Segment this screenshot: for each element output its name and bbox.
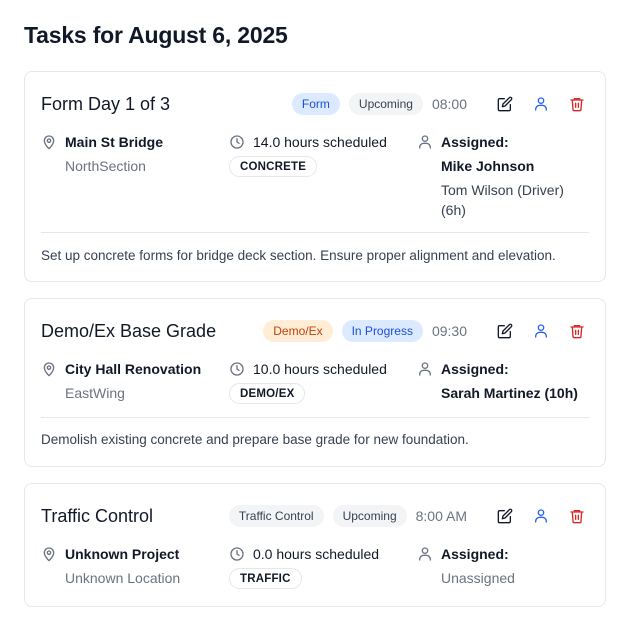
- edit-icon: [497, 323, 513, 339]
- project-column: Main St Bridge NorthSection: [41, 132, 163, 176]
- task-description: Set up concrete forms for bridge deck se…: [41, 248, 556, 263]
- location-name: NorthSection: [65, 158, 146, 174]
- assignee-primary: Sarah Martinez (10h): [441, 385, 578, 401]
- clock-icon: [229, 361, 245, 377]
- user-icon: [417, 134, 433, 150]
- schedule-column: 0.0 hours scheduled TRAFFIC: [229, 544, 379, 589]
- location-name: EastWing: [65, 385, 125, 401]
- clock-icon: [229, 546, 245, 562]
- task-time: 08:00: [431, 96, 467, 112]
- assigned-column: Assigned: Unassigned: [417, 544, 515, 588]
- card-divider: [41, 417, 589, 418]
- task-title: Demo/Ex Base Grade: [41, 321, 217, 341]
- project-name: Unknown Project: [65, 546, 180, 562]
- project-name: City Hall Renovation: [65, 361, 202, 377]
- task-time: 8:00 AM: [415, 508, 467, 524]
- map-pin-icon: [41, 134, 57, 150]
- assign-button[interactable]: [531, 94, 551, 114]
- trash-icon: [570, 510, 584, 524]
- hours-scheduled: 14.0 hours scheduled: [253, 134, 387, 150]
- user-icon: [535, 324, 547, 338]
- delete-button[interactable]: [567, 506, 587, 526]
- assigned-label: Assigned:: [441, 361, 509, 377]
- assign-button[interactable]: [531, 321, 551, 341]
- project-column: Unknown Project Unknown Location: [41, 544, 180, 588]
- delete-button[interactable]: [567, 321, 587, 341]
- task-header-actions: Form Upcoming 08:00: [291, 92, 587, 116]
- task-title: Form Day 1 of 3: [41, 94, 171, 114]
- task-card: Demo/Ex Base Grade Demo/Ex In Progress 0…: [24, 298, 606, 467]
- task-card: Traffic Control Traffic Control Upcoming…: [24, 483, 606, 607]
- assigned-label: Assigned:: [441, 546, 509, 562]
- type-badge: Demo/Ex: [263, 320, 333, 342]
- type-badge: Form: [291, 93, 340, 115]
- assignee-primary: Unassigned: [441, 570, 515, 586]
- assigned-column: Assigned: Mike Johnson Tom Wilson (Drive…: [417, 132, 581, 220]
- task-description: Demolish existing concrete and prepare b…: [41, 432, 469, 447]
- schedule-column: 10.0 hours scheduled DEMO/EX: [229, 359, 387, 404]
- task-card: Form Day 1 of 3 Form Upcoming 08:00 Main…: [24, 71, 606, 282]
- task-header-actions: Traffic Control Upcoming 8:00 AM: [228, 504, 587, 528]
- category-tag: TRAFFIC: [229, 568, 302, 589]
- location-name: Unknown Location: [65, 570, 181, 586]
- assignee-secondary: Tom Wilson (Driver) (6h): [441, 182, 564, 218]
- card-divider: [41, 232, 589, 233]
- user-icon: [417, 361, 433, 377]
- hours-scheduled: 10.0 hours scheduled: [253, 361, 387, 377]
- user-icon: [417, 546, 433, 562]
- task-title: Traffic Control: [41, 506, 154, 526]
- edit-icon: [497, 96, 513, 112]
- status-badge: Upcoming: [332, 505, 407, 527]
- trash-icon: [570, 325, 584, 339]
- assign-button[interactable]: [531, 506, 551, 526]
- map-pin-icon: [41, 361, 57, 377]
- project-column: City Hall Renovation EastWing: [41, 359, 201, 403]
- edit-button[interactable]: [495, 506, 515, 526]
- project-name: Main St Bridge: [65, 134, 164, 150]
- status-badge: Upcoming: [348, 93, 423, 115]
- edit-button[interactable]: [495, 94, 515, 114]
- map-pin-icon: [41, 546, 57, 562]
- task-header-actions: Demo/Ex In Progress 09:30: [263, 319, 587, 343]
- edit-button[interactable]: [495, 321, 515, 341]
- type-badge: Traffic Control: [228, 505, 324, 527]
- assigned-column: Assigned: Sarah Martinez (10h): [417, 359, 578, 403]
- status-badge: In Progress: [341, 320, 423, 342]
- schedule-column: 14.0 hours scheduled CONCRETE: [229, 132, 387, 177]
- assigned-label: Assigned:: [441, 134, 509, 150]
- category-tag: DEMO/EX: [229, 383, 306, 404]
- clock-icon: [229, 134, 245, 150]
- category-tag: CONCRETE: [229, 156, 318, 177]
- user-icon: [535, 97, 547, 111]
- page-title: Tasks for August 6, 2025: [24, 22, 288, 48]
- user-icon: [535, 509, 547, 523]
- assignee-primary: Mike Johnson: [441, 158, 535, 174]
- edit-icon: [497, 508, 513, 524]
- delete-button[interactable]: [567, 94, 587, 114]
- hours-scheduled: 0.0 hours scheduled: [253, 546, 380, 562]
- trash-icon: [570, 98, 584, 112]
- task-time: 09:30: [431, 323, 467, 339]
